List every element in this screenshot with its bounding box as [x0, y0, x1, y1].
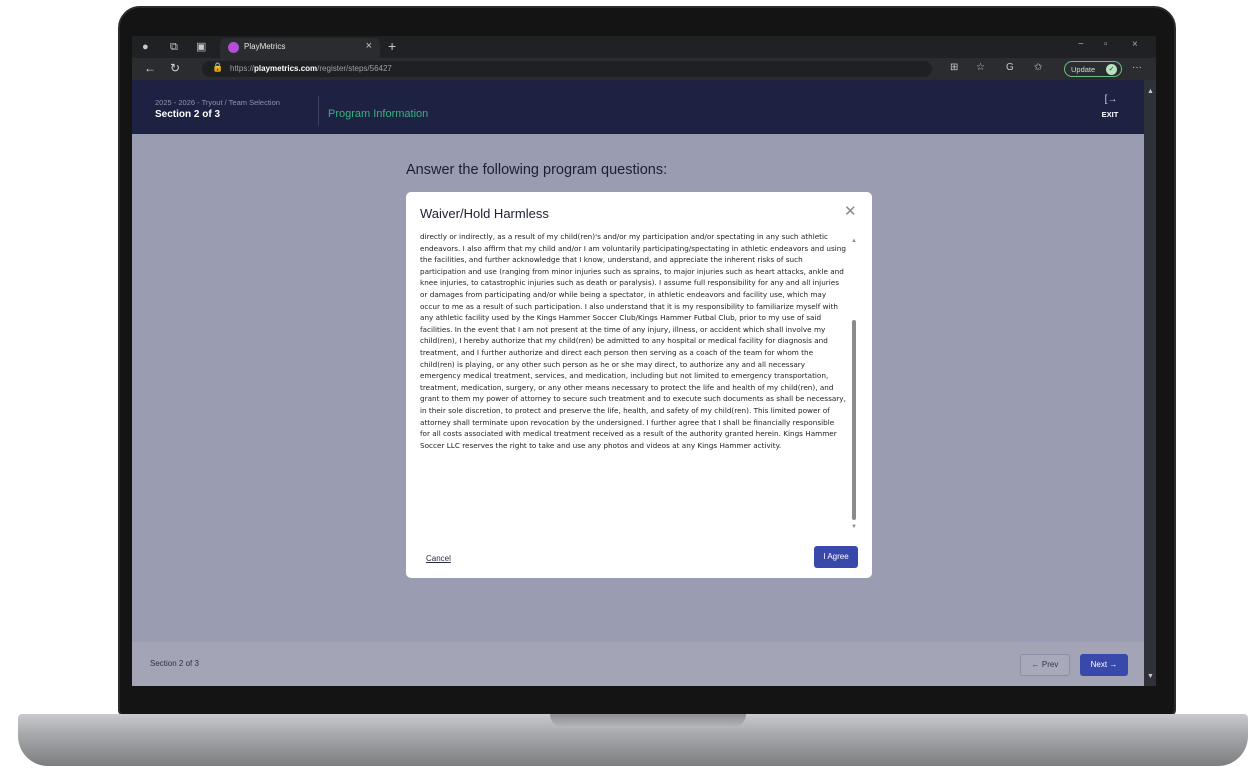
favorite-star-icon[interactable]: ☆ [976, 62, 985, 73]
waiver-modal: Waiver/Hold Harmless ✕ directly or indir… [406, 192, 872, 578]
update-button[interactable]: Update ✓ [1064, 61, 1122, 77]
browser-tab[interactable]: PlayMetrics × [220, 38, 380, 58]
breadcrumb: 2025 - 2026 - Tryout / Team Selection [155, 98, 280, 107]
waiver-scroll-thumb[interactable] [852, 320, 856, 520]
cancel-button[interactable]: Cancel [426, 554, 451, 563]
agree-button[interactable]: I Agree [814, 546, 858, 568]
update-badge-icon: ✓ [1106, 64, 1117, 75]
tab-actions-icon[interactable]: ▣ [196, 40, 206, 54]
extension-icon[interactable]: G [1006, 62, 1014, 73]
waiver-scroll-up-icon[interactable]: ▲ [851, 238, 857, 244]
questions-heading: Answer the following program questions: [406, 162, 668, 178]
page-title: Program Information [328, 108, 429, 120]
back-arrow-icon[interactable]: ← [144, 61, 156, 75]
app-viewport: 2025 - 2026 - Tryout / Team Selection Se… [132, 80, 1156, 686]
tab-close-icon[interactable]: × [366, 40, 372, 52]
restore-icon[interactable]: ▫ [1104, 39, 1108, 50]
exit-icon[interactable]: [→ [1102, 94, 1120, 105]
lock-icon[interactable]: 🔒 [212, 62, 223, 73]
header-divider [318, 96, 319, 126]
waiver-scroll-down-icon[interactable]: ▼ [851, 524, 857, 530]
workspaces-icon[interactable]: ⧉ [170, 40, 178, 54]
window-close-icon[interactable]: × [1132, 39, 1138, 50]
url-text[interactable]: https://playmetrics.com/register/steps/5… [230, 64, 392, 73]
page-scrollbar[interactable]: ▲ ▼ [1144, 80, 1156, 686]
playmetrics-favicon-icon [228, 42, 239, 53]
tab-title: PlayMetrics [244, 42, 286, 51]
exit-button[interactable]: EXIT [1094, 110, 1126, 119]
new-tab-button[interactable]: + [388, 38, 396, 54]
waiver-scrollbar[interactable]: ▲ ▼ [850, 236, 858, 534]
step-footer: Section 2 of 3 ← Prev Next → [132, 642, 1144, 686]
footer-section-indicator: Section 2 of 3 [150, 659, 199, 668]
address-bar[interactable]: 🔒 https://playmetrics.com/register/steps… [202, 61, 932, 77]
address-bar-row: ← ↻ 🔒 https://playmetrics.com/register/s… [132, 58, 1156, 80]
scroll-down-icon[interactable]: ▼ [1147, 673, 1154, 680]
modal-close-icon[interactable]: ✕ [844, 202, 857, 220]
browser-tab-strip: ● ⧉ ▣ PlayMetrics × + − ▫ × [132, 36, 1156, 58]
more-menu-icon[interactable]: ··· [1132, 62, 1142, 73]
section-indicator: Section 2 of 3 [155, 109, 221, 120]
laptop-screen: ● ⧉ ▣ PlayMetrics × + − ▫ × ← ↻ 🔒 https:… [132, 36, 1156, 686]
profile-icon[interactable]: ● [142, 40, 149, 54]
next-button[interactable]: Next → [1080, 654, 1128, 676]
modal-title: Waiver/Hold Harmless [420, 206, 549, 221]
minimize-icon[interactable]: − [1078, 39, 1084, 50]
scroll-up-icon[interactable]: ▲ [1147, 88, 1154, 95]
waiver-text: directly or indirectly, as a result of m… [420, 232, 847, 450]
laptop-notch [550, 714, 746, 728]
favorites-icon[interactable]: ✩ [1034, 62, 1042, 73]
split-screen-icon[interactable]: ⊞ [950, 62, 958, 73]
app-header: 2025 - 2026 - Tryout / Team Selection Se… [132, 80, 1144, 134]
refresh-icon[interactable]: ↻ [170, 61, 180, 75]
update-label: Update [1071, 65, 1096, 74]
prev-button[interactable]: ← Prev [1020, 654, 1070, 676]
waiver-text-container[interactable]: directly or indirectly, as a result of m… [420, 232, 858, 538]
